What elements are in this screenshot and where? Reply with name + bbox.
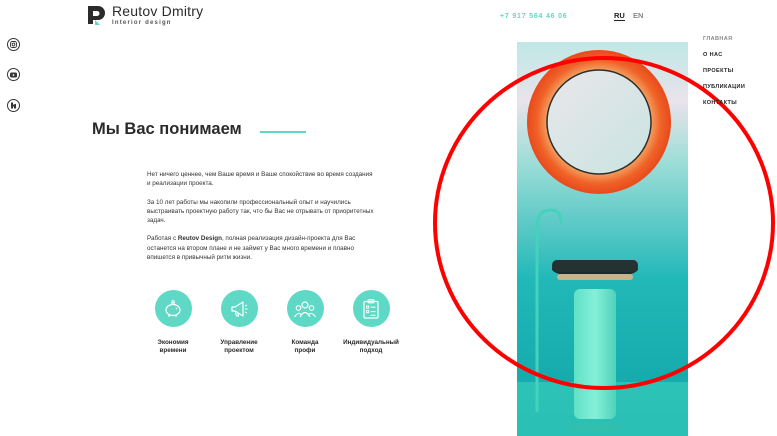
brand-subtitle: Interior design [112, 20, 172, 26]
main-nav: ГЛАВНАЯ О НАС ПРОЕКТЫ ПУБЛИКАЦИИ КОНТАКТ… [703, 36, 745, 116]
houzz-icon [7, 99, 20, 112]
feature-label-line2: проектом [224, 347, 254, 354]
intro-text: Нет ничего ценнее, чем Ваше время и Ваше… [147, 170, 377, 271]
paragraph-1: Нет ничего ценнее, чем Ваше время и Ваше… [147, 171, 373, 188]
feature-project-management: Управление проектом [206, 290, 272, 355]
language-switcher: RU EN [614, 11, 649, 21]
nav-item-projects[interactable]: ПРОЕКТЫ [703, 68, 745, 74]
nav-item-home[interactable]: ГЛАВНАЯ [703, 36, 745, 42]
team-icon [286, 290, 324, 327]
feature-label-line2: профи [294, 347, 316, 354]
feature-label-line1: Индивидуальный [343, 339, 399, 346]
title-accent-line [259, 130, 306, 133]
feature-label-line1: Управление [220, 339, 258, 346]
lang-en[interactable]: EN [633, 11, 643, 20]
features-list: Экономия времени Управление проектом Коман… [140, 290, 404, 355]
nav-item-about[interactable]: О НАС [703, 52, 745, 58]
youtube-icon [7, 68, 20, 81]
lang-ru[interactable]: RU [614, 11, 625, 21]
logo-mark-icon [86, 4, 106, 26]
paragraph-3: Работая с Reutov Design, полная реализац… [147, 234, 377, 262]
nav-item-publications[interactable]: ПУБЛИКАЦИИ [703, 84, 745, 90]
feature-individual-approach: Индивидуальный подход [338, 290, 404, 355]
page-title: Мы Вас понимаем [92, 120, 242, 138]
feature-label-line2: подход [359, 347, 383, 354]
brand-name: Reutov Dmitry [112, 3, 204, 19]
hero-photo [517, 42, 688, 436]
feature-label-line2: времени [159, 347, 187, 354]
section-header: Мы Вас понимаем [92, 120, 306, 139]
piggy-bank-icon [154, 290, 192, 327]
feature-label-line1: Команда [291, 339, 319, 346]
megaphone-icon [220, 290, 258, 327]
phone-link[interactable]: +7 917 564 46 06 [500, 13, 568, 20]
instagram-icon [7, 38, 20, 51]
feature-time-saving: Экономия времени [140, 290, 206, 355]
brand-logo[interactable]: Reutov Dmitry Interior design [86, 4, 203, 26]
feature-pro-team: Команда профи [272, 290, 338, 355]
houzz-link[interactable] [7, 99, 20, 112]
instagram-link[interactable] [7, 38, 20, 51]
youtube-link[interactable] [7, 68, 20, 81]
brand-mention: Reutov Design [177, 235, 222, 243]
nav-item-contacts[interactable]: КОНТАКТЫ [703, 100, 745, 106]
paragraph-2: За 10 лет работы мы накопили профессиона… [147, 198, 374, 225]
checklist-icon [352, 290, 390, 327]
feature-label-line1: Экономия [157, 339, 189, 346]
paragraph-3-start: Работая с [147, 235, 178, 243]
